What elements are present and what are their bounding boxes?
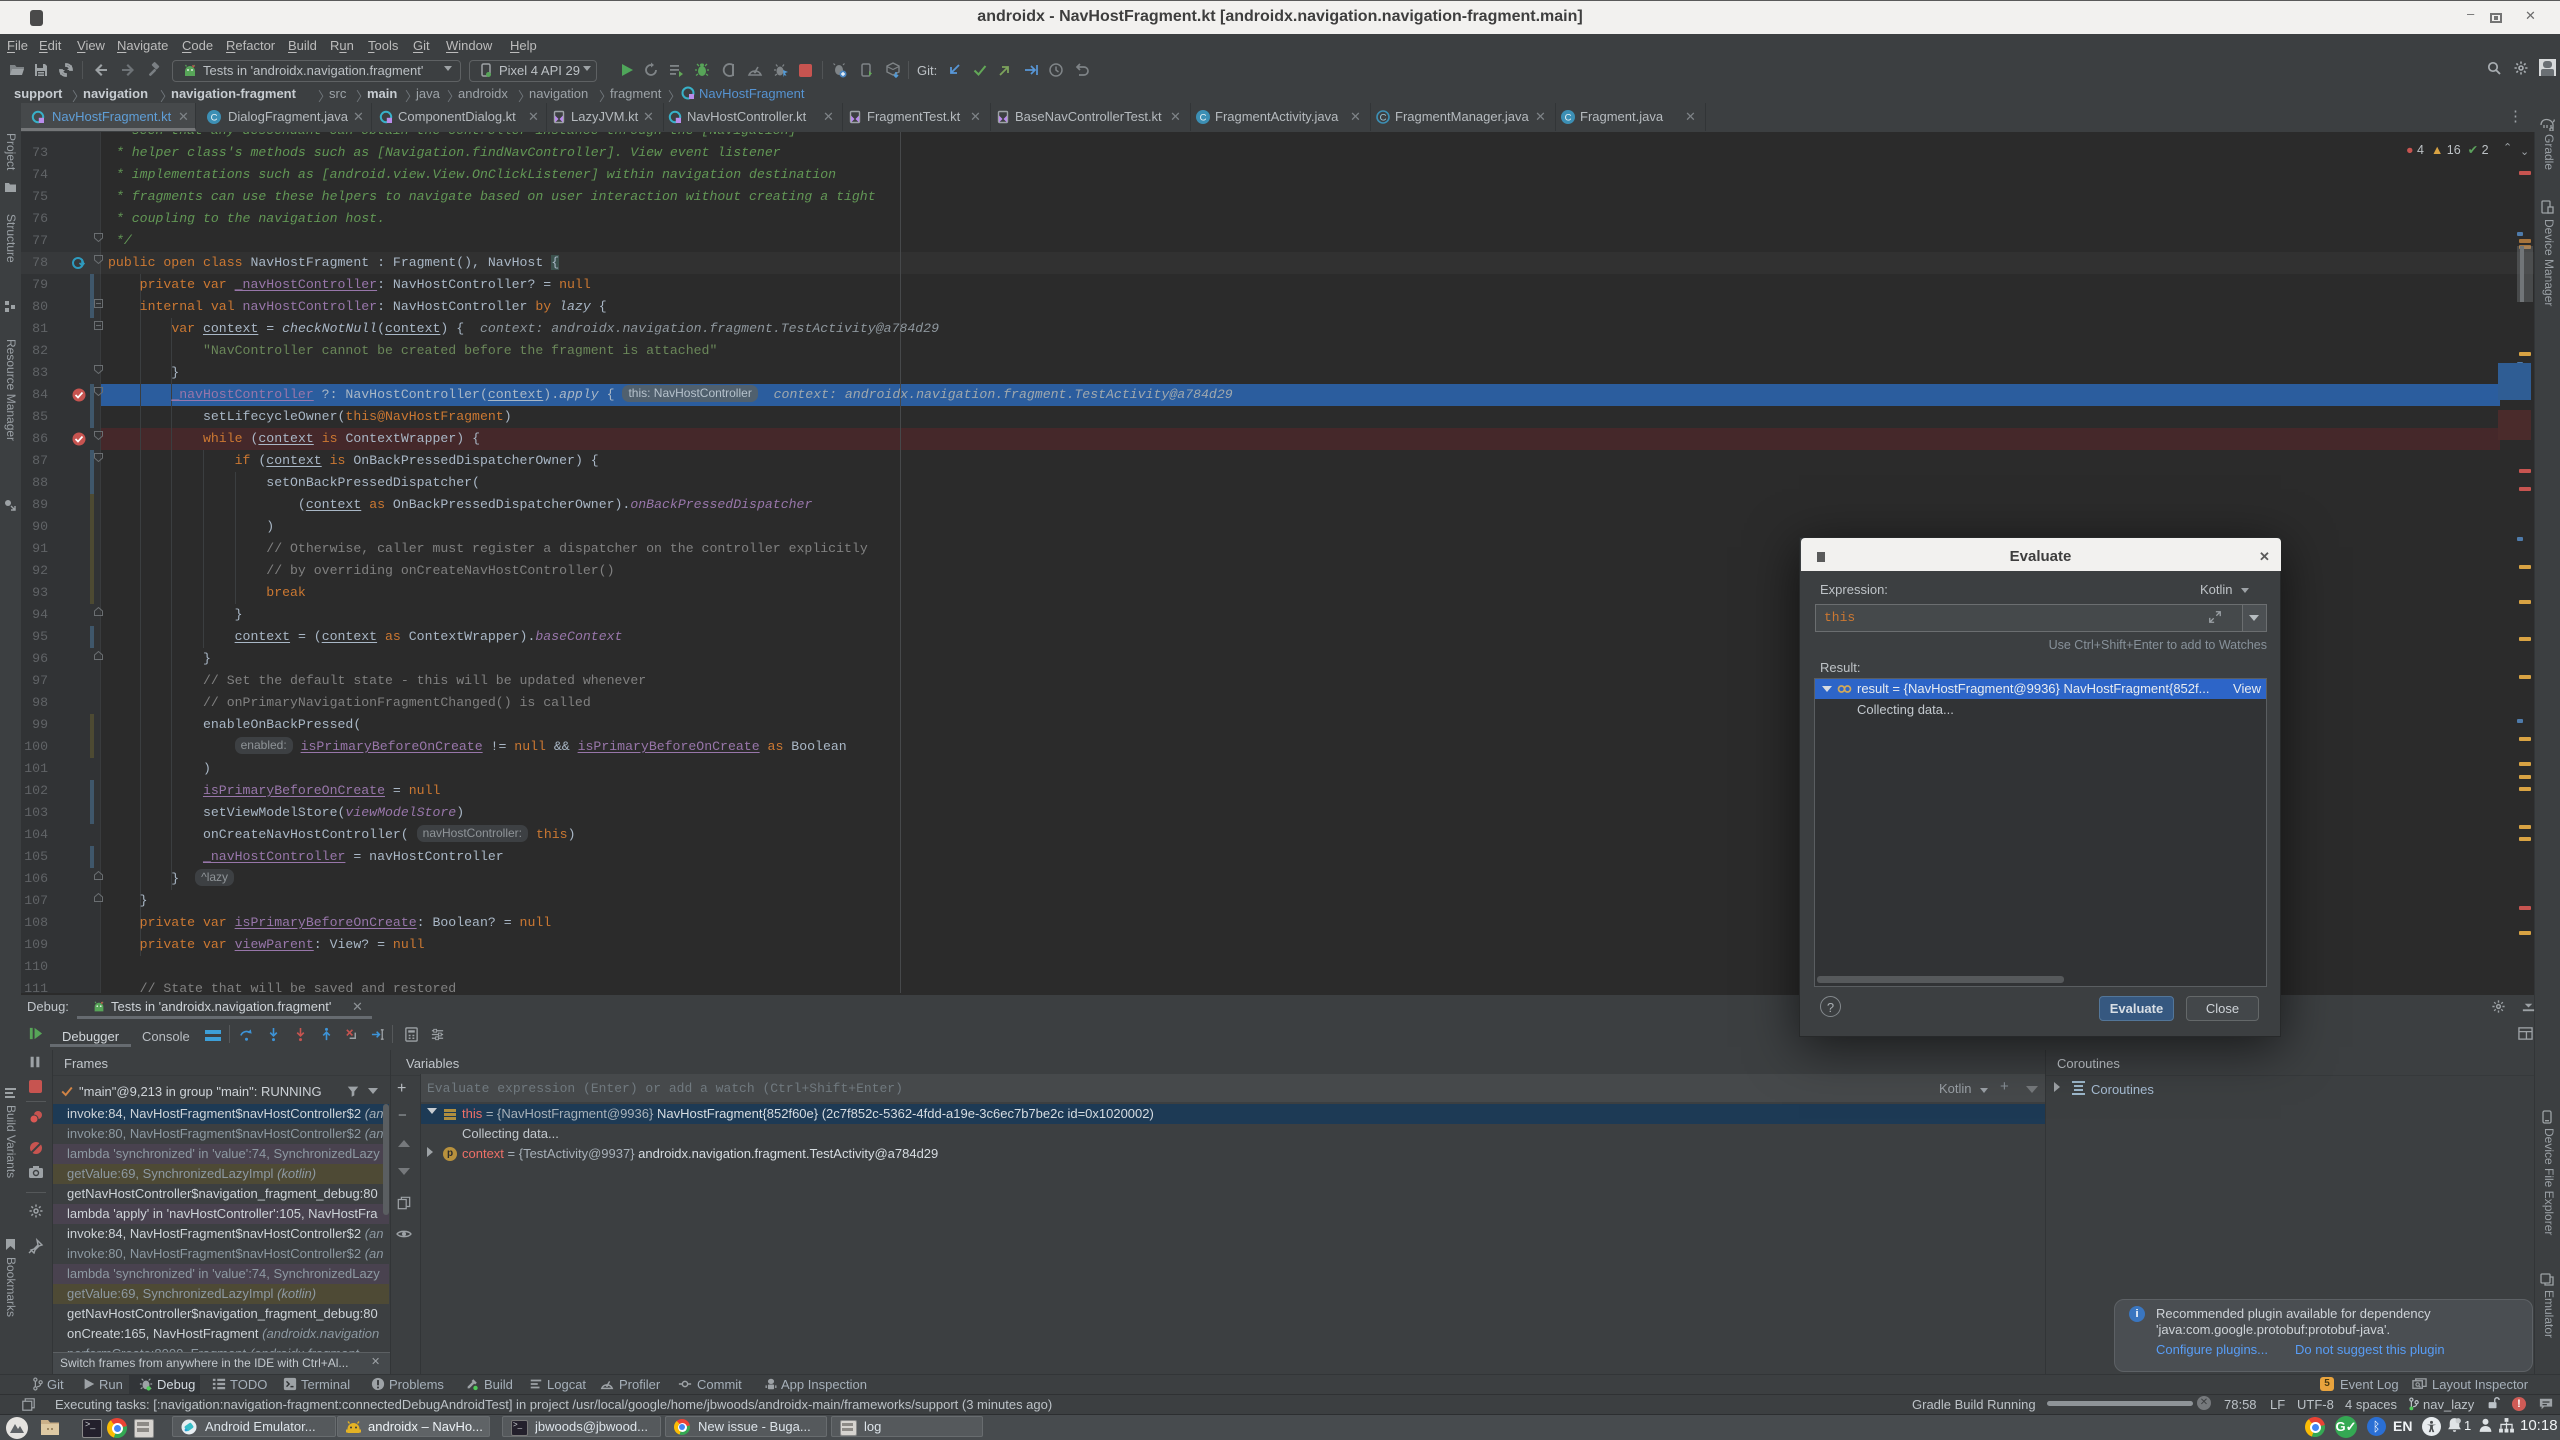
svg-text:C: C [1200, 113, 1207, 124]
svg-text:C: C [211, 113, 218, 124]
svg-text:C: C [1565, 113, 1572, 124]
svg-text:C: C [1380, 113, 1387, 124]
